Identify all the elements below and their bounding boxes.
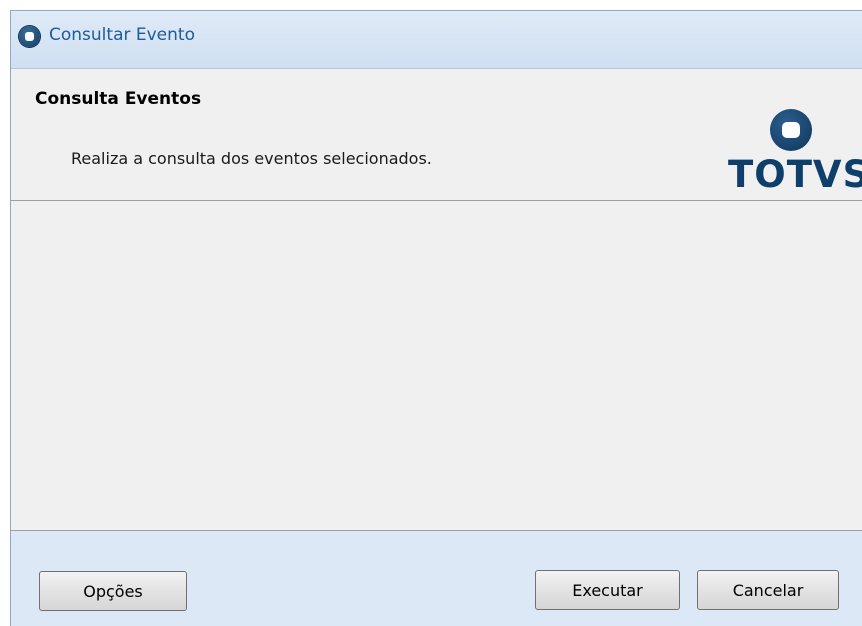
options-button[interactable]: Opções [39,571,187,611]
cancel-button[interactable]: Cancelar [697,570,839,610]
header-description: Realiza a consulta dos eventos seleciona… [71,149,432,168]
dialog-window: Consultar Evento Consulta Eventos Realiz… [10,10,862,626]
wizard-header: Consulta Eventos Realiza a consulta dos … [11,69,862,201]
button-bar: Opções Executar Cancelar [11,531,862,626]
logo-text: TOTVS [728,153,862,196]
totvs-logo: TOTVS [728,109,862,199]
title-bar[interactable]: Consultar Evento [11,11,862,69]
totvs-logo-icon [770,109,812,151]
app-icon [19,26,40,47]
execute-button[interactable]: Executar [535,570,680,610]
window-title: Consultar Evento [49,25,195,45]
header-title: Consulta Eventos [35,89,202,109]
content-area [11,201,862,531]
